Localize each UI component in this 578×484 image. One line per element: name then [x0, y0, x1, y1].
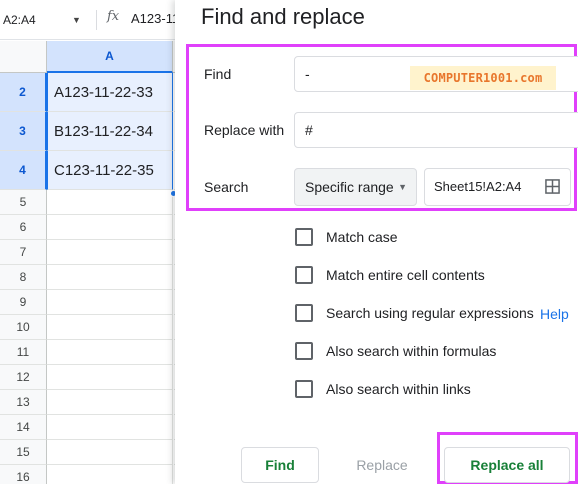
watermark-logo: COMPUTER1001.com — [410, 66, 556, 90]
cell-a[interactable] — [47, 465, 173, 484]
table-row: 9 — [0, 290, 200, 315]
cell-a[interactable]: A123-11-22-33 — [47, 73, 173, 112]
row-header[interactable]: 8 — [0, 265, 47, 290]
table-row: 6 — [0, 215, 200, 240]
option-label[interactable]: Also search within links — [326, 381, 471, 397]
caret-down-icon: ▼ — [398, 182, 407, 192]
cell-a[interactable] — [47, 415, 173, 440]
table-row: 2 A123-11-22-33 — [0, 73, 200, 112]
select-all-corner[interactable] — [0, 41, 47, 73]
row-header[interactable]: 15 — [0, 440, 47, 465]
table-row: 4 C123-11-22-35 — [0, 151, 200, 190]
option-label[interactable]: Also search within formulas — [326, 343, 496, 359]
find-button[interactable]: Find — [241, 447, 319, 483]
cell-a[interactable] — [47, 315, 173, 340]
cell-a[interactable] — [47, 215, 173, 240]
find-replace-dialog: Find and replace Find - COMPUTER1001.com… — [175, 0, 578, 484]
option-checkbox[interactable] — [295, 342, 313, 360]
formula-input[interactable]: A123-11 — [131, 11, 179, 26]
dialog-title: Find and replace — [201, 4, 365, 29]
cell-a[interactable] — [47, 365, 173, 390]
table-row: 11 — [0, 340, 200, 365]
option-label[interactable]: Match entire cell contents — [326, 267, 485, 283]
formula-bar: A2:A4 ▼ fx A123-11 — [0, 0, 200, 40]
cell-a[interactable]: C123-11-22-35 — [47, 151, 173, 190]
name-box[interactable]: A2:A4 ▼ — [0, 10, 88, 30]
column-header-a[interactable]: A — [47, 41, 173, 73]
option-label[interactable]: Match case — [326, 229, 398, 245]
table-row: 3 B123-11-22-34 — [0, 112, 200, 151]
search-label: Search — [204, 179, 249, 195]
divider — [96, 10, 97, 30]
table-row: 8 — [0, 265, 200, 290]
row-header[interactable]: 7 — [0, 240, 47, 265]
cell-a[interactable] — [47, 290, 173, 315]
help-link[interactable]: Help — [540, 306, 569, 322]
row-header[interactable]: 14 — [0, 415, 47, 440]
option-checkbox[interactable] — [295, 266, 313, 284]
replace-button[interactable]: Replace — [338, 447, 426, 483]
row-header[interactable]: 16 — [0, 465, 47, 484]
row-header[interactable]: 12 — [0, 365, 47, 390]
name-box-value: A2:A4 — [3, 13, 36, 27]
table-row: 14 — [0, 415, 200, 440]
option-label[interactable]: Search using regular expressions — [326, 305, 534, 321]
fx-icon: fx — [107, 9, 120, 24]
cell-a[interactable] — [47, 340, 173, 365]
option-checkbox[interactable] — [295, 380, 313, 398]
row-header[interactable]: 9 — [0, 290, 47, 315]
cell-a[interactable] — [47, 440, 173, 465]
search-scope-value: Specific range — [305, 179, 394, 195]
table-row: 15 — [0, 440, 200, 465]
option-checkbox[interactable] — [295, 304, 313, 322]
row-header[interactable]: 11 — [0, 340, 47, 365]
search-scope-select[interactable]: Specific range ▼ — [294, 168, 417, 206]
table-row: 7 — [0, 240, 200, 265]
replace-label: Replace with — [204, 122, 285, 138]
table-row: 10 — [0, 315, 200, 340]
grid-icon[interactable] — [545, 179, 560, 194]
row-header[interactable]: 2 — [0, 73, 47, 112]
cell-a[interactable] — [47, 240, 173, 265]
cell-a[interactable] — [47, 390, 173, 415]
row-header[interactable]: 10 — [0, 315, 47, 340]
spreadsheet: A2:A4 ▼ fx A123-11 A 2 A123-11-22-33 3 B123… — [0, 0, 200, 484]
table-row: 16 — [0, 465, 200, 484]
find-label: Find — [204, 66, 232, 82]
row-header[interactable]: 13 — [0, 390, 47, 415]
cell-a[interactable]: B123-11-22-34 — [47, 112, 173, 151]
replace-input[interactable]: # — [294, 112, 578, 148]
cell-a[interactable] — [47, 190, 173, 215]
row-header[interactable]: 4 — [0, 151, 47, 190]
row-header[interactable]: 3 — [0, 112, 47, 151]
cell-a[interactable] — [47, 265, 173, 290]
row-header[interactable]: 5 — [0, 190, 47, 215]
column-header-row: A — [0, 41, 200, 73]
row-header[interactable]: 6 — [0, 215, 47, 240]
search-range-value: Sheet15!A2:A4 — [434, 179, 522, 194]
replace-all-button[interactable]: Replace all — [444, 447, 570, 483]
table-row: 13 — [0, 390, 200, 415]
table-row: 12 — [0, 365, 200, 390]
caret-down-icon[interactable]: ▼ — [72, 10, 81, 30]
option-checkbox[interactable] — [295, 228, 313, 246]
